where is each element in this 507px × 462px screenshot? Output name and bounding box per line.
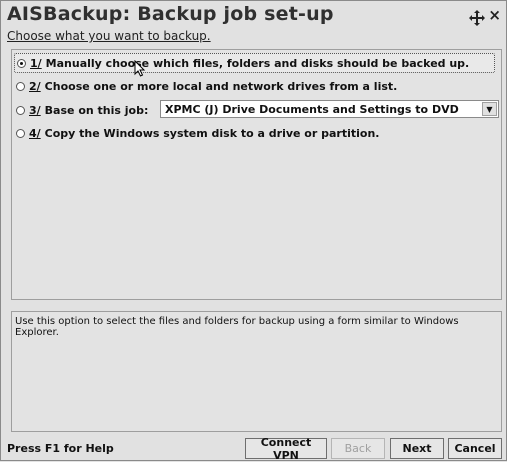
page-subtitle: Choose what you want to backup. xyxy=(7,29,211,43)
option-system-disk[interactable]: 4/ Copy the Windows system disk to a dri… xyxy=(16,123,379,143)
radio-button[interactable] xyxy=(16,128,25,138)
option-label: Choose one or more local and network dri… xyxy=(44,79,398,93)
option-manual-choose[interactable]: 1/ Manually choose which files, folders … xyxy=(14,53,495,73)
back-button[interactable]: Back xyxy=(331,438,385,459)
connect-vpn-button[interactable]: Connect VPN xyxy=(245,436,327,462)
option-label: Base on this job: xyxy=(44,103,149,117)
job-select-value: XPMC (J) Drive Documents and Settings to… xyxy=(165,102,459,116)
option-number: 2/ xyxy=(29,79,41,93)
window-title: AISBackup: Backup job set-up xyxy=(7,3,334,25)
close-icon[interactable]: × xyxy=(488,6,501,24)
option-number: 3/ xyxy=(29,103,41,117)
option-base-on-job[interactable]: 3/ Base on this job: XPMC (J) Drive Docu… xyxy=(16,100,499,120)
radio-button[interactable] xyxy=(16,81,25,91)
description-panel: Use this option to select the files and … xyxy=(11,311,502,432)
move-icon[interactable] xyxy=(468,9,486,27)
radio-button[interactable] xyxy=(16,105,25,115)
option-description: Use this option to select the files and … xyxy=(15,316,459,338)
cancel-button[interactable]: Cancel xyxy=(448,438,502,459)
backup-wizard-window: AISBackup: Backup job set-up × Choose wh… xyxy=(0,0,507,462)
option-number: 1/ xyxy=(30,56,42,70)
chevron-down-icon[interactable]: ▼ xyxy=(482,102,497,116)
option-number: 4/ xyxy=(29,126,41,140)
option-drive-list[interactable]: 2/ Choose one or more local and network … xyxy=(16,76,397,96)
radio-button-selected[interactable] xyxy=(17,58,26,68)
next-button[interactable]: Next xyxy=(390,438,444,459)
options-panel: 1/ Manually choose which files, folders … xyxy=(11,49,502,300)
job-select-dropdown[interactable]: XPMC (J) Drive Documents and Settings to… xyxy=(160,100,499,118)
option-label: Copy the Windows system disk to a drive … xyxy=(44,126,380,140)
option-label: Manually choose which files, folders and… xyxy=(45,56,470,70)
help-hint: Press F1 for Help xyxy=(7,442,114,455)
status-bar: Press F1 for Help Connect VPN Back Next … xyxy=(1,434,506,462)
